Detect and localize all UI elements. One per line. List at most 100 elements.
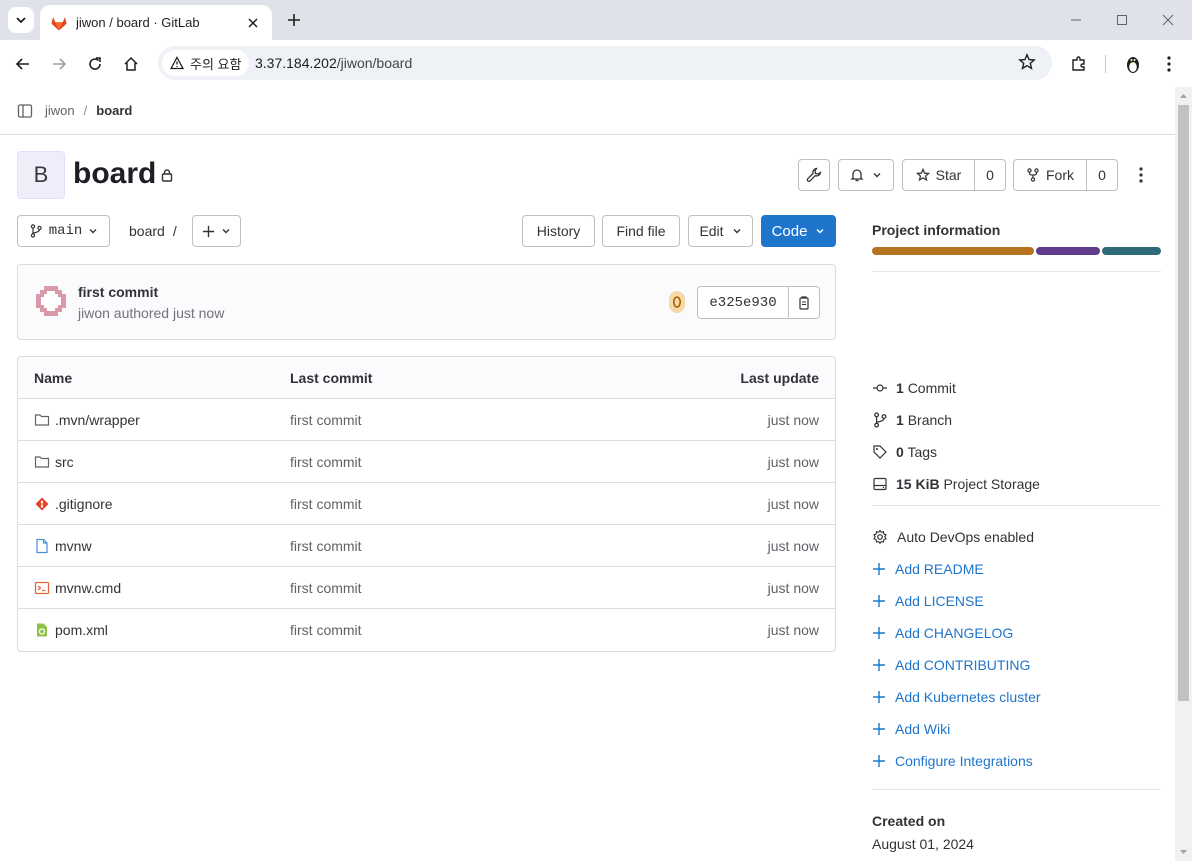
stat-branches[interactable]: 1 Branch: [872, 409, 952, 431]
url-path: /jiwon/board: [336, 55, 413, 71]
history-button[interactable]: History: [522, 215, 595, 247]
bell-icon: [850, 169, 864, 182]
table-row[interactable]: .gitignore first commit just now: [18, 483, 835, 525]
add-changelog-link[interactable]: Add CHANGELOG: [872, 622, 1013, 644]
configure-integrations-link[interactable]: Configure Integrations: [872, 750, 1033, 772]
stat-tags[interactable]: 0 Tags: [872, 441, 937, 463]
scroll-up-arrow-icon[interactable]: [1175, 89, 1192, 103]
fork-button[interactable]: Fork: [1014, 160, 1086, 190]
maximize-button[interactable]: [1110, 8, 1134, 32]
auto-devops-item[interactable]: Auto DevOps enabled: [872, 526, 1034, 548]
security-chip[interactable]: 주의 요함: [162, 50, 250, 76]
language-segment[interactable]: [1102, 247, 1161, 255]
stat-storage[interactable]: 15 KiB Project Storage: [872, 473, 1040, 495]
project-avatar[interactable]: B: [17, 151, 65, 199]
more-actions-button[interactable]: [1131, 159, 1151, 191]
file-updated: just now: [767, 579, 819, 596]
window-close-button[interactable]: [1156, 8, 1180, 32]
file-name[interactable]: src: [55, 454, 74, 470]
profile-button[interactable]: [1120, 51, 1146, 77]
user-avatar[interactable]: [34, 284, 68, 318]
sidebar-toggle-icon[interactable]: [17, 103, 33, 119]
file-commit[interactable]: first commit: [290, 622, 635, 638]
commit-sha[interactable]: e325e930: [698, 287, 789, 318]
sidebar-divider: [872, 271, 1161, 272]
table-row[interactable]: src first commit just now: [18, 441, 835, 483]
commit-title[interactable]: first commit: [78, 284, 158, 300]
stat-label: Tags: [907, 444, 938, 460]
branch-selector[interactable]: main: [17, 215, 110, 247]
fork-count[interactable]: 0: [1086, 160, 1117, 190]
add-license-link[interactable]: Add LICENSE: [872, 590, 984, 612]
add-contributing-link[interactable]: Add CONTRIBUTING: [872, 654, 1030, 676]
plus-icon: [873, 595, 885, 607]
security-label: 주의 요함: [190, 56, 242, 72]
plus-icon: [873, 659, 885, 671]
tab-close-button[interactable]: [244, 14, 262, 32]
commit-author[interactable]: jiwon: [78, 305, 110, 321]
notifications-dropdown[interactable]: [838, 159, 894, 191]
repo-path-root[interactable]: board: [129, 223, 165, 239]
copy-sha-button[interactable]: [789, 287, 819, 318]
tab-search-button[interactable]: [8, 7, 34, 33]
table-row[interactable]: mvnw.cmd first commit just now: [18, 567, 835, 609]
file-commit[interactable]: first commit: [290, 496, 635, 512]
commit-icon: [873, 384, 887, 392]
file-name[interactable]: pom.xml: [55, 622, 108, 638]
file-commit[interactable]: first commit: [290, 412, 635, 428]
language-segment[interactable]: [1036, 247, 1100, 255]
breadcrumb-project[interactable]: board: [96, 103, 132, 118]
new-tab-button[interactable]: [282, 8, 306, 32]
address-bar[interactable]: 주의 요함 3.37.184.202/jiwon/board: [158, 46, 1052, 80]
language-bar[interactable]: [872, 247, 1161, 255]
page-scrollbar[interactable]: [1175, 87, 1192, 861]
bookmark-button[interactable]: [1018, 53, 1038, 73]
stat-label: Commit: [907, 380, 956, 396]
pipeline-status[interactable]: [669, 291, 685, 313]
home-button[interactable]: [118, 51, 144, 77]
commit-meta: jiwon authored just now: [78, 305, 224, 321]
file-name[interactable]: mvnw.cmd: [55, 580, 121, 596]
repo-path: board /: [129, 223, 177, 239]
file-table: Name Last commit Last update .mvn/wrappe…: [17, 356, 836, 652]
star-count[interactable]: 0: [974, 160, 1005, 190]
code-dropdown[interactable]: Code: [761, 215, 836, 247]
add-wiki-link[interactable]: Add Wiki: [872, 718, 950, 740]
maximize-icon: [1117, 15, 1127, 25]
browser-tab[interactable]: jiwon / board · GitLab: [40, 5, 272, 40]
file-commit[interactable]: first commit: [290, 454, 635, 470]
back-button[interactable]: [10, 51, 36, 77]
reload-button[interactable]: [82, 51, 108, 77]
breadcrumb-group[interactable]: jiwon: [45, 103, 75, 118]
git-icon: [35, 497, 49, 510]
link-label: Add LICENSE: [895, 593, 984, 609]
add-to-tree-dropdown[interactable]: [192, 215, 241, 247]
created-on-date: August 01, 2024: [872, 836, 974, 852]
pipeline-pending-icon: [672, 296, 682, 308]
table-row[interactable]: mvnw first commit just now: [18, 525, 835, 567]
star-button[interactable]: Star: [903, 160, 974, 190]
table-row[interactable]: pom.xml first commit just now: [18, 609, 835, 651]
file-name[interactable]: mvnw: [55, 538, 92, 554]
find-file-button[interactable]: Find file: [602, 215, 680, 247]
browser-menu-button[interactable]: [1156, 51, 1182, 77]
stat-label: Branch: [907, 412, 953, 428]
extensions-button[interactable]: [1066, 51, 1092, 77]
table-row[interactable]: .mvn/wrapper first commit just now: [18, 399, 835, 441]
file-commit[interactable]: first commit: [290, 538, 635, 554]
edit-dropdown[interactable]: Edit: [688, 215, 753, 247]
scroll-down-arrow-icon[interactable]: [1175, 845, 1192, 859]
minimize-button[interactable]: [1064, 8, 1088, 32]
add-readme-link[interactable]: Add README: [872, 558, 984, 580]
scrollbar-thumb[interactable]: [1178, 105, 1189, 701]
file-updated: just now: [767, 495, 819, 512]
file-commit[interactable]: first commit: [290, 580, 635, 596]
file-name[interactable]: .gitignore: [55, 496, 113, 512]
arrow-right-icon: [53, 58, 67, 70]
forward-button[interactable]: [46, 51, 72, 77]
language-segment[interactable]: [872, 247, 1034, 255]
add-kubernetes-link[interactable]: Add Kubernetes cluster: [872, 686, 1041, 708]
stat-commits[interactable]: 1 Commit: [872, 377, 956, 399]
file-name[interactable]: .mvn/wrapper: [55, 412, 140, 428]
settings-button[interactable]: [798, 159, 830, 191]
